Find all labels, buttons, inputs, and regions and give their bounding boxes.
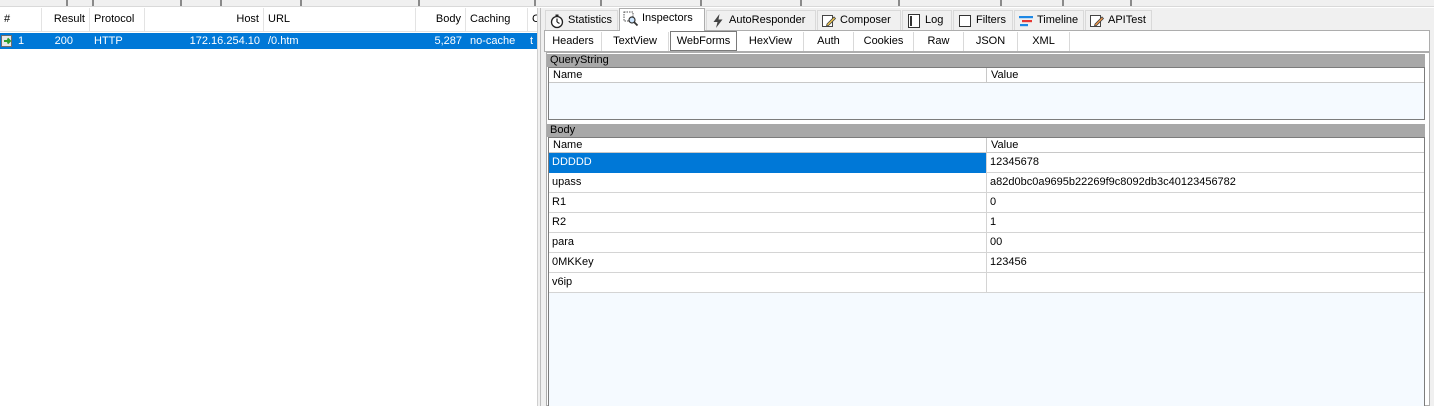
tab-composer[interactable]: Composer xyxy=(817,10,901,30)
body-row-name[interactable]: para xyxy=(549,233,987,253)
body-row-value[interactable]: a82d0bc0a9695b22269f9c8092db3c4012345678… xyxy=(987,173,1424,193)
table-row[interactable]: v6ip xyxy=(549,273,1424,293)
table-row[interactable]: R1 0 xyxy=(549,193,1424,213)
tab-filters[interactable]: Filters xyxy=(953,10,1013,30)
col-number[interactable]: # xyxy=(0,8,42,32)
body-row-name[interactable]: DDDDD xyxy=(549,153,987,173)
main-tabs: Statistics Inspectors AutoResponder Comp… xyxy=(545,8,1430,31)
session-url: /0.htm xyxy=(268,35,299,47)
session-content-type: t xyxy=(530,35,534,47)
body-row-value[interactable]: 123456 xyxy=(987,253,1424,273)
col-body[interactable]: Body xyxy=(416,8,466,32)
tab-inspectors-label: Inspectors xyxy=(642,12,693,24)
apitest-icon xyxy=(1089,13,1105,29)
subtab-headers[interactable]: Headers xyxy=(545,32,602,51)
body-row-value[interactable]: 0 xyxy=(987,193,1424,213)
querystring-grid-header: Name Value xyxy=(549,68,1424,83)
session-number: 1 xyxy=(18,35,25,47)
tab-inspectors[interactable]: Inspectors xyxy=(619,8,705,31)
stopwatch-icon xyxy=(549,13,565,29)
body-row-name[interactable]: v6ip xyxy=(549,273,987,293)
col-content-type[interactable]: C xyxy=(528,8,537,32)
table-row[interactable]: DDDDD 12345678 xyxy=(549,153,1424,173)
body-row-name[interactable]: R2 xyxy=(549,213,987,233)
tab-statistics[interactable]: Statistics xyxy=(545,10,618,30)
subtab-webforms[interactable]: WebForms xyxy=(670,31,737,51)
body-row-value[interactable]: 12345678 xyxy=(987,153,1424,173)
magnifier-icon xyxy=(623,11,639,27)
log-icon xyxy=(906,13,922,29)
tab-composer-label: Composer xyxy=(840,14,891,26)
body-row-value[interactable] xyxy=(987,273,1424,293)
col-protocol[interactable]: Protocol xyxy=(90,8,145,32)
tab-timeline[interactable]: Timeline xyxy=(1014,10,1084,30)
subtab-raw[interactable]: Raw xyxy=(914,32,964,51)
col-caching[interactable]: Caching xyxy=(466,8,528,32)
body-col-name[interactable]: Name xyxy=(549,138,987,153)
subtab-cookies[interactable]: Cookies xyxy=(854,32,914,51)
body-row-name[interactable]: 0MKKey xyxy=(549,253,987,273)
col-result[interactable]: Result xyxy=(42,8,90,32)
tab-log[interactable]: Log xyxy=(902,10,952,30)
table-row[interactable]: para 00 xyxy=(549,233,1424,253)
session-arrow-icon xyxy=(1,34,15,48)
session-protocol: HTTP xyxy=(94,35,123,47)
tab-apitest[interactable]: APITest xyxy=(1085,10,1152,30)
webforms-content: QueryString Name Value Body Name Value D… xyxy=(546,52,1430,406)
col-host[interactable]: Host xyxy=(145,8,264,32)
lightning-icon xyxy=(710,13,726,29)
tab-timeline-label: Timeline xyxy=(1037,14,1079,26)
querystring-title: QueryString xyxy=(547,54,1425,67)
table-row[interactable]: R2 1 xyxy=(549,213,1424,233)
subtab-textview[interactable]: TextView xyxy=(602,32,669,51)
tab-log-label: Log xyxy=(925,14,944,26)
subtab-auth[interactable]: Auth xyxy=(804,32,854,51)
tab-autoresponder[interactable]: AutoResponder xyxy=(706,10,816,30)
pencil-icon xyxy=(821,13,837,29)
subtab-json[interactable]: JSON xyxy=(964,32,1018,51)
body-col-value[interactable]: Value xyxy=(987,138,1424,153)
timeline-icon xyxy=(1018,13,1034,29)
body-grid-header: Name Value xyxy=(549,138,1424,153)
querystring-grid[interactable]: Name Value xyxy=(548,67,1425,120)
tab-filters-label: Filters xyxy=(976,14,1006,26)
col-url[interactable]: URL xyxy=(264,8,416,32)
body-title: Body xyxy=(547,124,1425,137)
checkbox-icon xyxy=(957,13,973,29)
subtab-xml[interactable]: XML xyxy=(1018,32,1070,51)
session-list[interactable]: # Result Protocol Host URL Body Caching … xyxy=(0,8,537,406)
session-list-header: # Result Protocol Host URL Body Caching … xyxy=(0,8,537,32)
table-row[interactable]: 0MKKey 123456 xyxy=(549,253,1424,273)
subtab-hexview[interactable]: HexView xyxy=(738,32,804,51)
table-row[interactable]: upass a82d0bc0a9695b22269f9c8092db3c4012… xyxy=(549,173,1424,193)
tab-autoresponder-label: AutoResponder xyxy=(729,14,806,26)
session-caching: no-cache xyxy=(470,35,516,47)
querystring-col-value[interactable]: Value xyxy=(987,68,1424,83)
session-row[interactable]: 1 200 HTTP 172.16.254.10 /0.htm 5,287 no… xyxy=(0,33,537,49)
body-row-name[interactable]: upass xyxy=(549,173,987,193)
body-grid[interactable]: Name Value DDDDD 12345678 upass a82d0bc0… xyxy=(548,137,1425,406)
inspector-panel: Statistics Inspectors AutoResponder Comp… xyxy=(541,8,1434,406)
body-row-value[interactable]: 1 xyxy=(987,213,1424,233)
top-strip xyxy=(0,0,1434,7)
session-host: 172.16.254.10 xyxy=(189,35,260,47)
querystring-col-name[interactable]: Name xyxy=(549,68,987,83)
tab-apitest-label: APITest xyxy=(1108,14,1146,26)
sub-tabs: Headers TextView WebForms HexView Auth C… xyxy=(544,30,1430,52)
body-row-value[interactable]: 00 xyxy=(987,233,1424,253)
tab-statistics-label: Statistics xyxy=(568,14,613,26)
session-body: 5,287 xyxy=(434,35,462,47)
body-row-name[interactable]: R1 xyxy=(549,193,987,213)
session-result: 200 xyxy=(54,35,73,47)
